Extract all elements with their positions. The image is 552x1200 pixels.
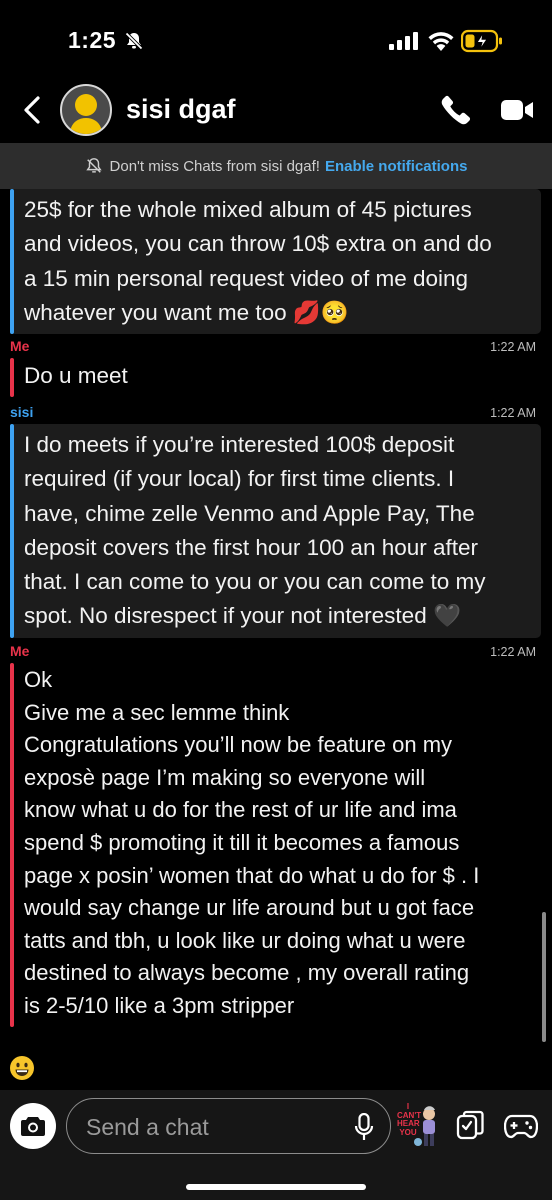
message-timestamp: 1:22 AM: [490, 406, 536, 420]
message-line: Do u meet: [24, 363, 128, 388]
battery-charging-icon: [461, 29, 502, 53]
home-indicator: [186, 1184, 366, 1190]
message-line: a 15 min personal request video of me do…: [24, 265, 469, 291]
message-timestamp: 1:22 AM: [490, 645, 536, 659]
message-line: spend $ promoting it till it becomes a f…: [24, 829, 460, 855]
game-controller-icon[interactable]: [504, 1111, 538, 1139]
microphone-icon[interactable]: [354, 1113, 374, 1141]
message-timestamp: 1:22 AM: [490, 340, 536, 354]
message-line: have, chime zelle Venmo and Apple Pay, T…: [24, 500, 475, 526]
message-line: deposit covers the first hour 100 an hou…: [24, 534, 479, 560]
message-line: Give me a sec lemme think: [24, 699, 290, 725]
message-line: destined to always become , my overall r…: [24, 960, 470, 986]
message-line: whatever you want me too 💋🥺: [24, 299, 349, 325]
chat-input-placeholder: Send a chat: [86, 1114, 209, 1140]
message-line: exposè page I’m making so everyone will: [24, 764, 426, 790]
notification-text: Don't miss Chats from sisi dgaf!: [109, 157, 320, 175]
chat-text-input[interactable]: Send a chat: [66, 1098, 391, 1154]
sender-label: sisi: [10, 404, 34, 420]
video-camera-icon[interactable]: [500, 96, 534, 124]
chat-input-bar: Send a chat I CAN'T HEAR YOU: [0, 1090, 552, 1200]
bell-slash-icon: [85, 158, 102, 173]
memories-icon[interactable]: [455, 1110, 485, 1140]
sender-label: Me: [10, 338, 30, 354]
message-line: would say change ur life around but u go…: [24, 895, 475, 921]
notification-banner: Don't miss Chats from sisi dgaf! Enable …: [0, 143, 552, 189]
scrollbar-thumb[interactable]: [542, 912, 546, 1042]
signal-icon: [389, 32, 418, 50]
message-line: tatts and tbh, u look like ur doing what…: [24, 927, 466, 953]
chat-header: sisi dgaf: [0, 80, 552, 142]
message-line: is 2-5/10 like a 3pm stripper: [24, 992, 295, 1018]
bitmoji-avatar[interactable]: [60, 84, 112, 136]
message-bubble[interactable]: Ok Give me a sec lemme think Congratulat…: [10, 663, 541, 1027]
bell-slash-icon: [125, 32, 143, 50]
message-bubble[interactable]: 25$ for the whole mixed album of 45 pict…: [10, 189, 541, 335]
message-line: spot. No disrespect if your not interest…: [24, 603, 461, 629]
enable-notifications-link[interactable]: Enable notifications: [325, 158, 468, 175]
message-line: know what u do for the rest of ur life a…: [24, 797, 457, 823]
message-line: Congratulations you’ll now be feature on…: [24, 732, 453, 758]
message-line: page x posin’ women that do what u do fo…: [24, 862, 480, 888]
recent-sticker[interactable]: I CAN'T HEAR YOU: [396, 1102, 440, 1148]
message-line: that. I can come to you or you can come …: [24, 569, 486, 595]
avatar-silhouette-icon: [70, 94, 102, 134]
message-line: and videos, you can throw 10$ extra on a…: [24, 231, 492, 257]
status-bar: 1:25: [0, 0, 552, 80]
message-line: Ok: [24, 667, 53, 692]
grinning-emoji-icon[interactable]: [9, 1055, 35, 1081]
status-time: 1:25: [68, 27, 117, 53]
sender-label: Me: [10, 643, 30, 659]
message-line: required (if your local) for first time …: [24, 466, 455, 492]
message-line: I do meets if you’re interested 100$ dep…: [24, 432, 455, 457]
chevron-left-icon[interactable]: [18, 94, 48, 126]
wifi-icon: [428, 32, 454, 51]
message-bubble[interactable]: I do meets if you’re interested 100$ dep…: [10, 424, 541, 638]
camera-button[interactable]: [10, 1103, 56, 1149]
contact-name[interactable]: sisi dgaf: [126, 94, 236, 125]
camera-icon: [21, 1117, 45, 1136]
sticker-caption: I CAN'T HEAR YOU: [397, 1102, 422, 1137]
message-line: 25$ for the whole mixed album of 45 pict…: [24, 197, 472, 222]
phone-icon[interactable]: [440, 94, 472, 126]
message-bubble[interactable]: Do u meet: [10, 358, 541, 398]
